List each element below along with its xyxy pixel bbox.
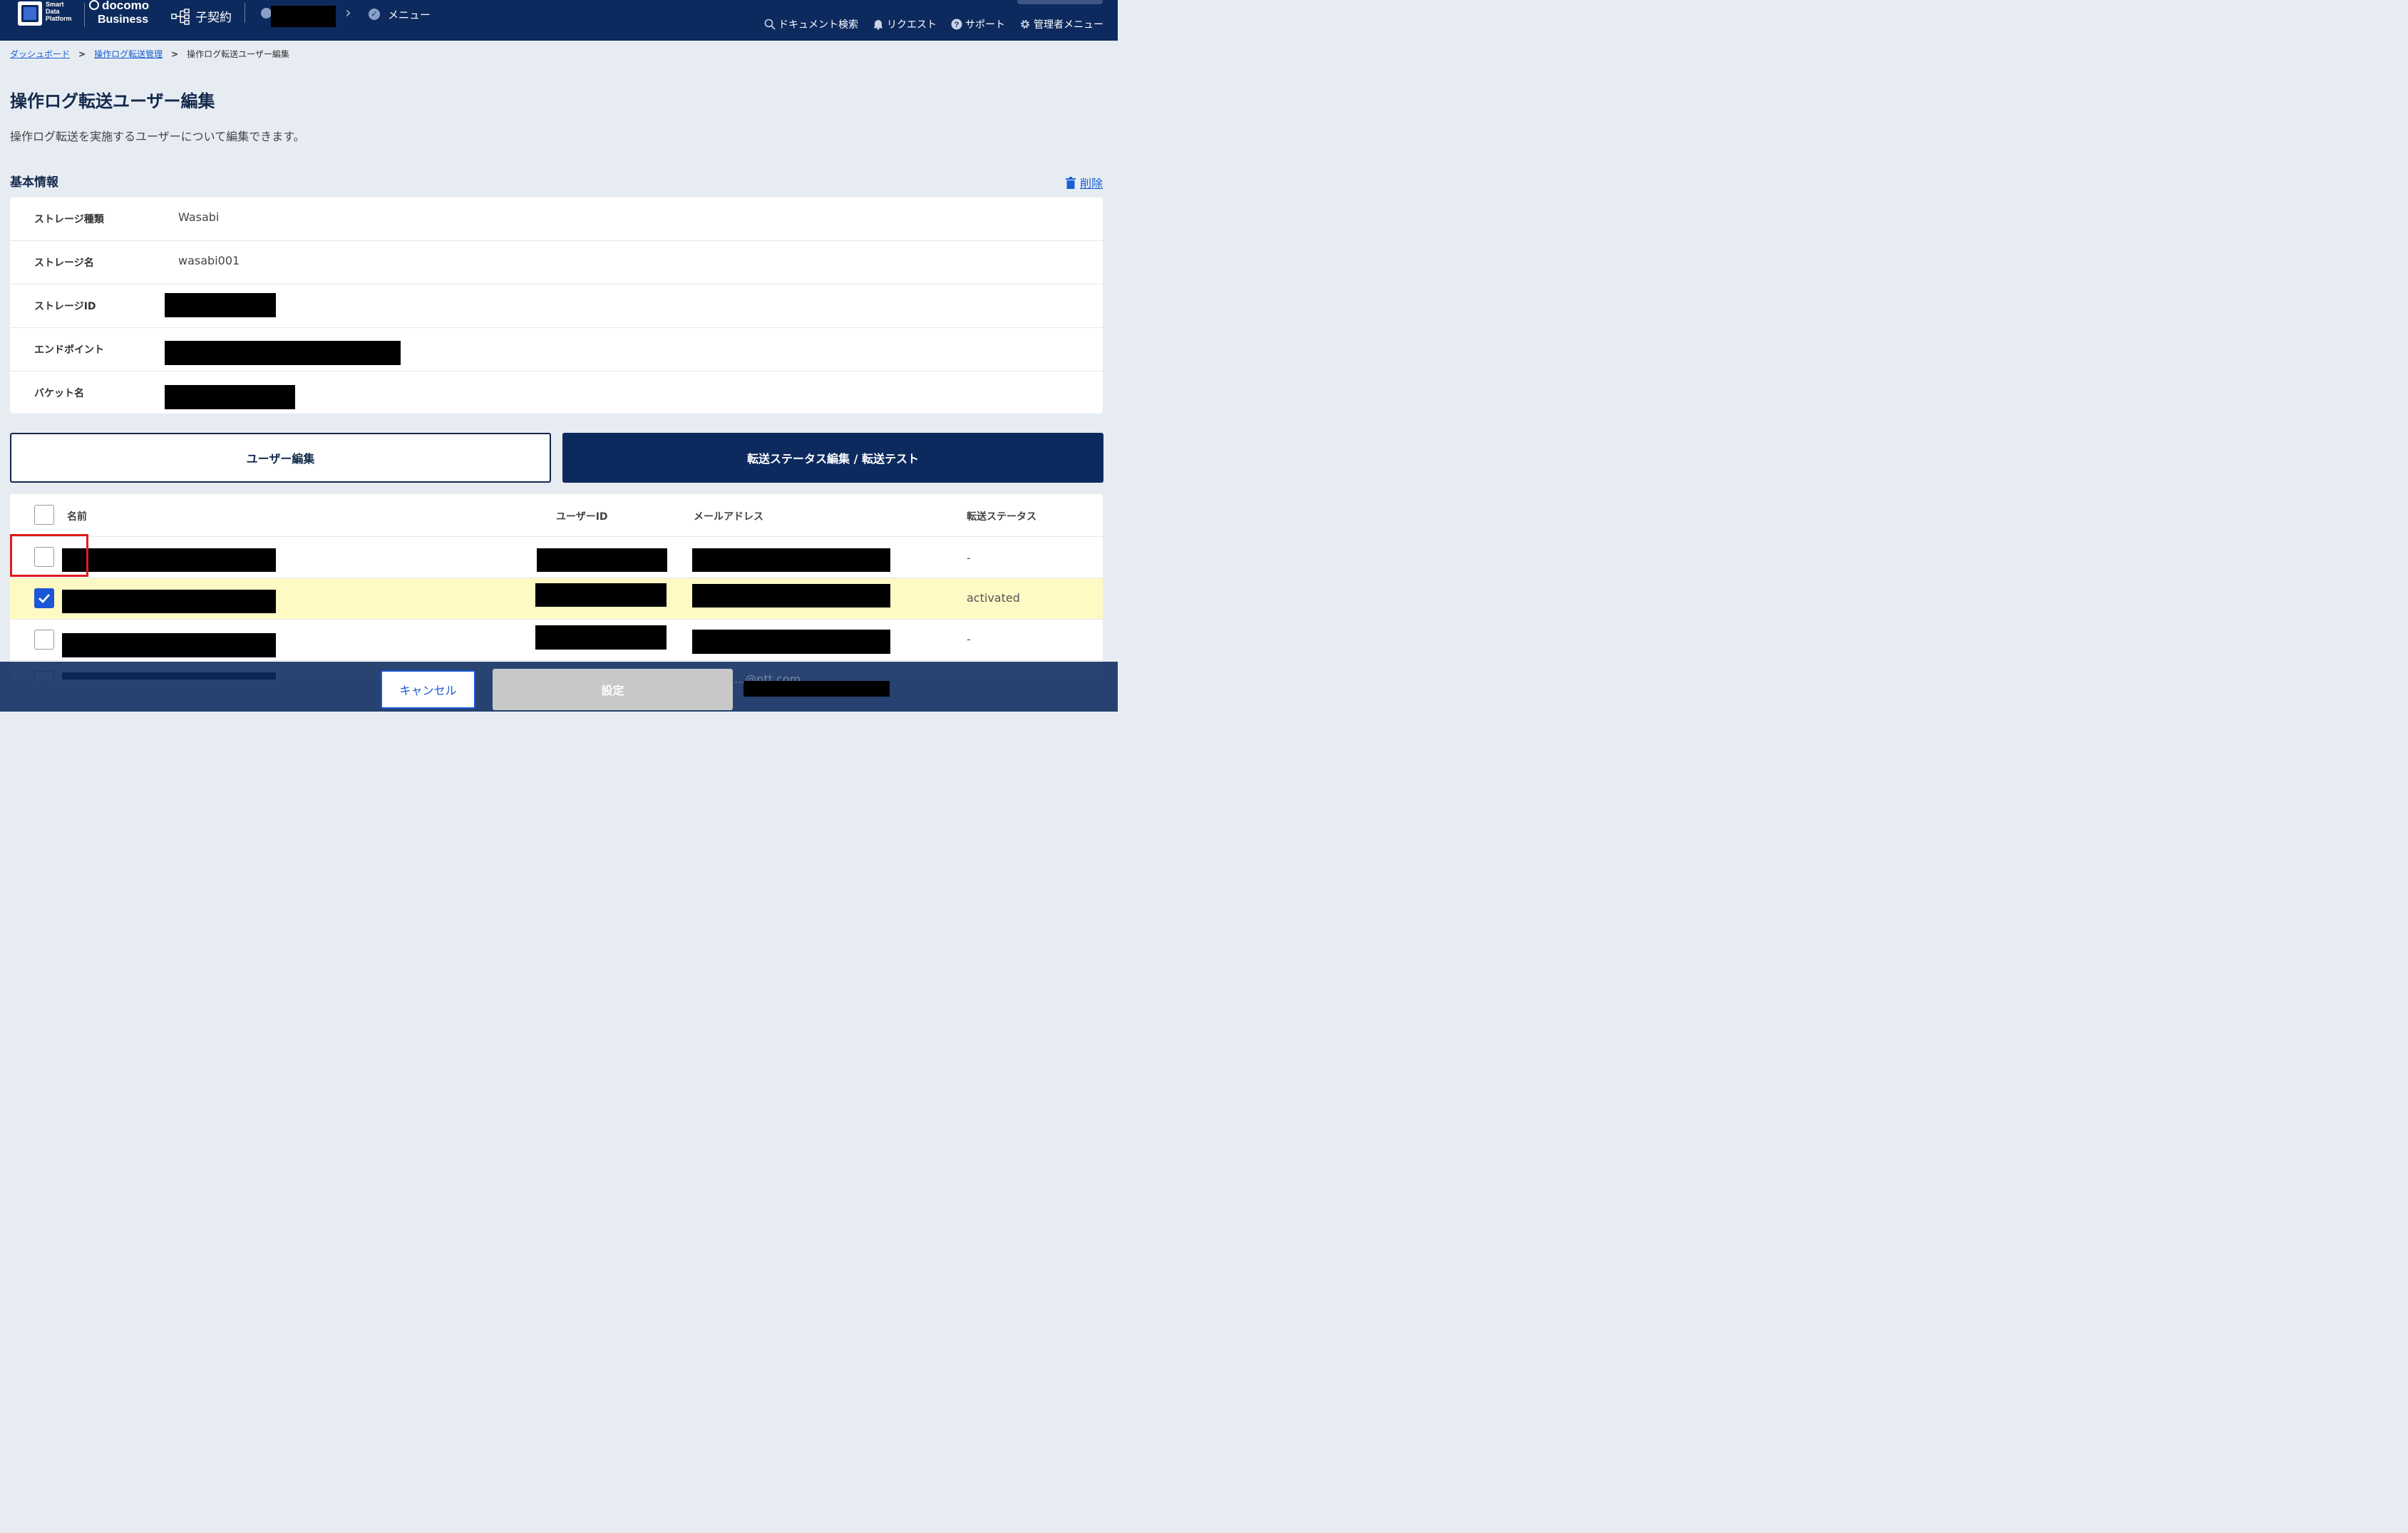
menu-link[interactable]: メニュー — [388, 7, 431, 22]
header-status: 転送ステータス — [967, 511, 1036, 523]
request-link[interactable]: リクエスト — [873, 17, 937, 31]
gear-icon — [1021, 20, 1029, 29]
info-label: ストレージ種類 — [34, 214, 104, 225]
cancel-button[interactable]: キャンセル — [381, 670, 475, 709]
logo-divider — [84, 3, 85, 27]
breadcrumb: ダッシュボード > 操作ログ転送管理 > 操作ログ転送ユーザー編集 — [10, 48, 289, 60]
info-row-storage-type: ストレージ種類 Wasabi — [10, 198, 1103, 241]
info-value: Wasabi — [178, 210, 220, 224]
info-row-endpoint: エンドポイント — [10, 328, 1103, 371]
transfer-status: - — [967, 551, 971, 565]
transfer-status: activated — [967, 591, 1020, 605]
info-row-storage-id: ストレージID — [10, 284, 1103, 328]
red-highlight-box — [10, 534, 88, 577]
info-label: バケット名 — [34, 388, 84, 399]
basic-info-title: 基本情報 — [10, 175, 58, 190]
header-name: 名前 — [67, 511, 87, 523]
tab-user-edit[interactable]: ユーザー編集 — [10, 433, 551, 483]
breadcrumb-log-transfer-link[interactable]: 操作ログ転送管理 — [94, 48, 163, 60]
table-row[interactable]: - — [10, 537, 1103, 578]
check-circle-icon: ✓ — [369, 9, 380, 20]
breadcrumb-dashboard-link[interactable]: ダッシュボード — [10, 48, 70, 60]
redacted-value — [165, 341, 401, 365]
redacted-email — [692, 584, 890, 607]
business-logo: Business — [98, 14, 149, 26]
info-value: wasabi001 — [178, 254, 240, 267]
info-row-bucket-name: バケット名 — [10, 371, 1103, 415]
header-user-id: ユーザーID — [556, 511, 608, 523]
info-label: ストレージ名 — [34, 257, 94, 269]
contract-label: 子契約 — [195, 11, 232, 25]
breadcrumb-current: 操作ログ転送ユーザー編集 — [187, 49, 289, 59]
info-label: エンドポイント — [34, 344, 104, 356]
support-link[interactable]: ? サポート — [951, 17, 1005, 31]
redacted-user-id — [537, 548, 667, 572]
top-right-tab[interactable] — [1017, 0, 1103, 4]
redacted-user-id — [535, 583, 667, 607]
info-label: ストレージID — [34, 301, 96, 312]
hierarchy-icon — [171, 8, 190, 25]
info-row-storage-name: ストレージ名 wasabi001 — [10, 241, 1103, 284]
bell-icon — [874, 20, 883, 30]
header-email: メールアドレス — [694, 511, 763, 523]
delete-link[interactable]: 削除 — [1065, 174, 1103, 191]
user-table: 名前 ユーザーID メールアドレス 転送ステータス - activated - … — [10, 494, 1103, 680]
transfer-status: - — [967, 632, 971, 646]
table-row-selected[interactable]: activated — [10, 578, 1103, 620]
admin-menu-link[interactable]: 管理者メニュー — [1019, 17, 1103, 31]
brand-sdp-text: Smart Data Platform — [46, 1, 72, 22]
set-button[interactable]: 設定 — [493, 669, 733, 710]
trash-icon — [1065, 176, 1076, 189]
redacted-name — [62, 548, 276, 572]
docomo-logo: docomo — [89, 0, 149, 13]
table-row[interactable]: - — [10, 620, 1103, 661]
redacted-value — [165, 385, 295, 409]
redacted-name — [62, 633, 276, 657]
redacted-contract-name — [271, 6, 336, 27]
document-search-link[interactable]: ドキュメント検索 — [764, 17, 858, 31]
smart-data-platform-logo-icon[interactable] — [18, 1, 42, 26]
row-checkbox[interactable] — [34, 630, 54, 650]
redacted-name — [62, 590, 276, 613]
redacted-email — [744, 681, 890, 697]
top-header: Smart Data Platform docomo Business 子契約 … — [0, 0, 1118, 41]
breadcrumb-separator: > — [78, 48, 86, 59]
contract-nav[interactable]: 子契約 — [171, 7, 232, 25]
status-dot-icon — [261, 8, 272, 19]
redacted-value — [165, 293, 276, 317]
select-all-checkbox[interactable] — [34, 505, 54, 525]
chevron-right-icon: › — [345, 4, 351, 22]
table-header: 名前 ユーザーID メールアドレス 転送ステータス — [10, 494, 1103, 537]
breadcrumb-separator: > — [171, 48, 179, 59]
page-title: 操作ログ転送ユーザー編集 — [10, 91, 215, 111]
row-checkbox-checked[interactable] — [34, 588, 54, 608]
help-icon: ? — [951, 19, 962, 30]
redacted-email — [692, 630, 890, 654]
checkmark-icon — [38, 594, 51, 604]
redacted-email — [692, 548, 890, 572]
header-links: ドキュメント検索 リクエスト ? サポート 管理者メニュー — [764, 17, 1103, 31]
redacted-user-id — [535, 625, 667, 650]
tab-status-edit[interactable]: 転送ステータス編集 / 転送テスト — [562, 433, 1103, 483]
page-description: 操作ログ転送を実施するユーザーについて編集できます。 — [10, 130, 305, 143]
docomo-mark-icon — [89, 0, 99, 10]
basic-info-card: ストレージ種類 Wasabi ストレージ名 wasabi001 ストレージID … — [10, 198, 1103, 414]
svg-text:?: ? — [955, 21, 959, 29]
search-icon — [764, 19, 776, 30]
